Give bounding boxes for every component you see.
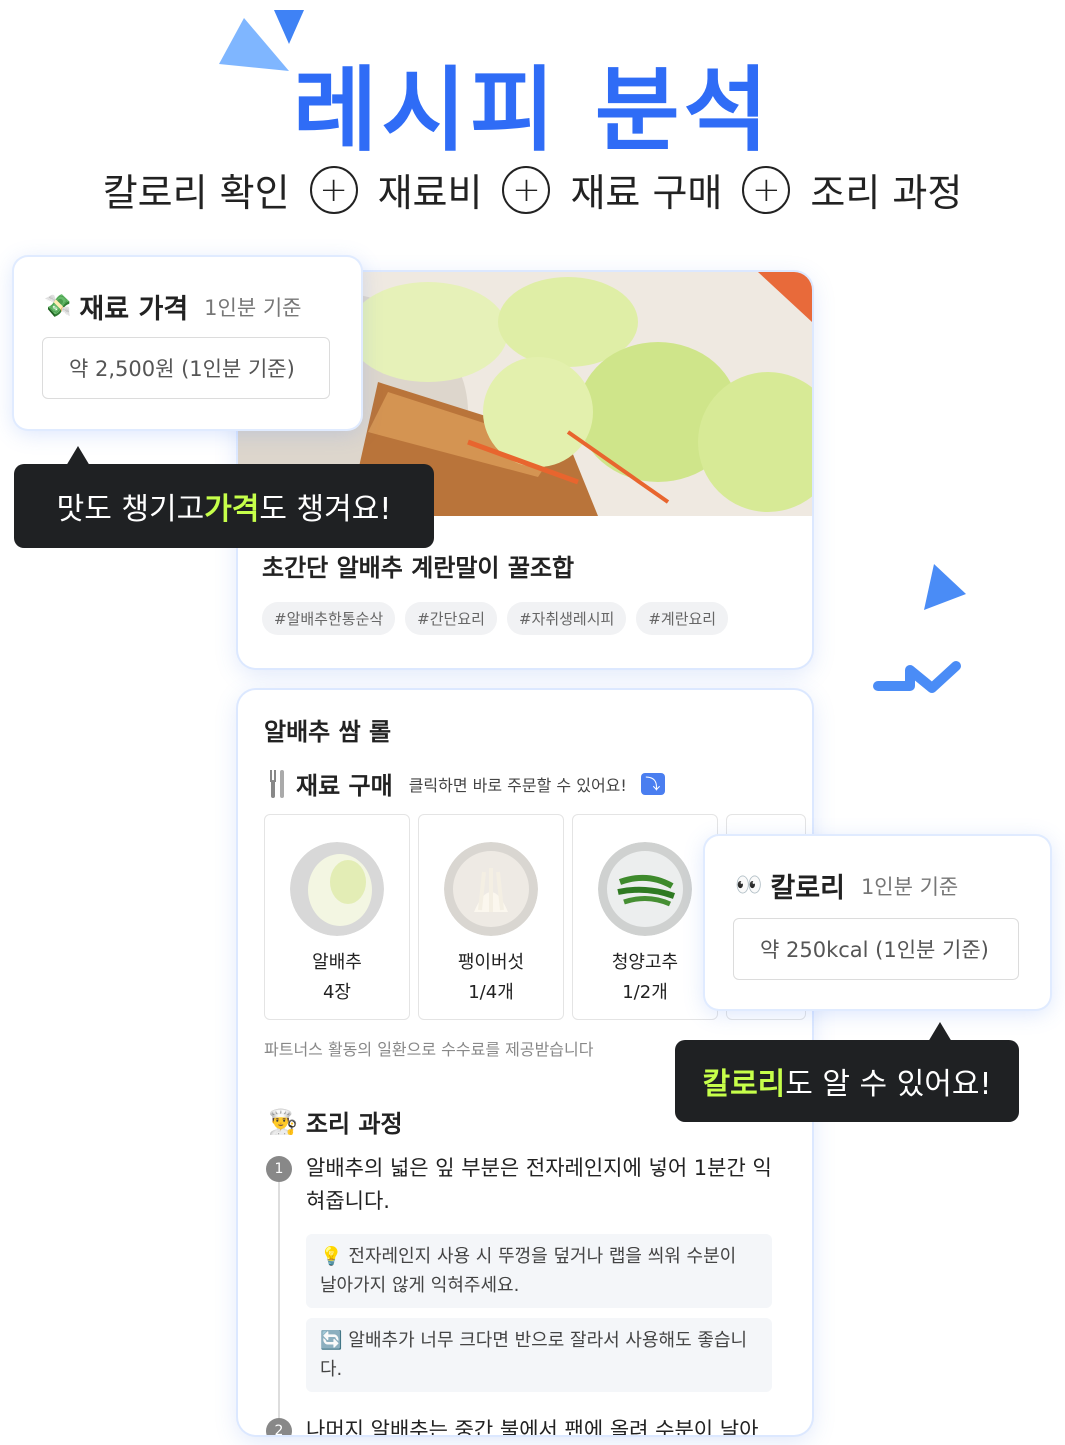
ingredient-name: 청양고추 bbox=[611, 952, 679, 973]
tip-text: 전자레인지 사용 시 뚜껑을 덮거나 랩을 씌워 수분이 날아가지 않게 익혀주… bbox=[320, 1246, 737, 1296]
triangle-deco-icon bbox=[924, 564, 966, 610]
feature-list: 칼로리 확인 + 재료비 + 재료 구매 + 조리 과정 bbox=[0, 162, 1065, 217]
price-popup: 💸 재료 가격 1인분 기준 약 2,500원 (1인분 기준) bbox=[14, 257, 361, 429]
enoki-mushroom-image bbox=[444, 842, 538, 936]
bubble-tail bbox=[66, 446, 90, 466]
price-basis: 1인분 기준 bbox=[204, 295, 302, 320]
price-heading: 재료 가격 bbox=[79, 294, 189, 325]
ingredient-card[interactable]: 청양고추 1/2개 bbox=[572, 814, 718, 1020]
step-text: 알배추의 넓은 잎 부분은 전자레인지에 넣어 1분간 익혀줍니다. bbox=[306, 1156, 772, 1213]
ingredient-name: 팽이버섯 bbox=[457, 952, 525, 973]
ingredient-qty: 1/2개 bbox=[622, 982, 668, 1003]
bubble-highlight: 가격 bbox=[204, 492, 260, 527]
utensils-icon bbox=[270, 769, 284, 798]
calorie-basis: 1인분 기준 bbox=[860, 874, 959, 899]
feature-calorie: 칼로리 확인 bbox=[102, 171, 290, 215]
ingredient-card[interactable]: 팽이버섯 1/4개 bbox=[418, 814, 564, 1020]
recipe-title: 초간단 알배추 계란말이 꿀조합 bbox=[262, 554, 575, 582]
tip-box: 🔄 알배추가 너무 크다면 반으로 잘라서 사용해도 좋습니다. bbox=[306, 1318, 772, 1392]
price-bubble: 맛도 챙기고 가격 도 챙겨요! bbox=[14, 464, 434, 548]
tip-text: 알배추가 너무 크다면 반으로 잘라서 사용해도 좋습니다. bbox=[320, 1330, 748, 1380]
tag-chip[interactable]: #계란요리 bbox=[636, 602, 729, 635]
cabbage-image bbox=[290, 842, 384, 936]
tag-chip[interactable]: #간단요리 bbox=[405, 602, 497, 635]
ingredient-name: 알배추 bbox=[312, 952, 362, 973]
feature-cooking: 조리 과정 bbox=[810, 171, 963, 215]
chef-icon: 👨‍🍳 bbox=[268, 1107, 298, 1136]
cooking-heading: 조리 과정 bbox=[305, 1110, 403, 1138]
zigzag-deco-icon bbox=[873, 661, 961, 693]
ingredient-qty: 1/4개 bbox=[468, 982, 514, 1003]
detail-title: 알배추 쌈 롤 bbox=[264, 718, 392, 746]
feature-purchase: 재료 구매 bbox=[570, 171, 723, 215]
refresh-icon: 🔄 bbox=[320, 1330, 343, 1351]
lightbulb-icon: 💡 bbox=[320, 1246, 343, 1267]
ingredient-qty: 4장 bbox=[322, 982, 351, 1003]
tag-chip[interactable]: #자취생레시피 bbox=[506, 602, 627, 635]
calorie-heading: 칼로리 bbox=[770, 873, 845, 904]
bubble-text: 맛도 챙기고 bbox=[56, 492, 205, 527]
calorie-popup: 👀 칼로리 1인분 기준 약 250kcal (1인분 기준) bbox=[705, 836, 1050, 1009]
calorie-bubble: 칼로리 도 알 수 있어요! bbox=[675, 1040, 1019, 1122]
step-text: 나머지 알배추는 중간 불에서 팬에 올려 수분이 날아 bbox=[306, 1418, 759, 1435]
tip-box: 💡 전자레인지 사용 시 뚜껑을 덮거나 랩을 씌워 수분이 날아가지 않게 익혀… bbox=[306, 1234, 772, 1308]
cooking-section-header: 👨‍🍳 조리 과정 bbox=[268, 1104, 403, 1139]
bubble-text: 도 알 수 있어요! bbox=[785, 1067, 992, 1102]
tag-list: #알배추한통순삭 #간단요리 #자취생레시피 #계란요리 bbox=[262, 602, 729, 635]
calorie-value-box: 약 250kcal (1인분 기준) bbox=[733, 918, 1019, 980]
ingredient-card[interactable]: 알배추 4장 bbox=[264, 814, 410, 1020]
calorie-popup-header: 👀 칼로리 1인분 기준 bbox=[735, 866, 958, 905]
step-connector bbox=[278, 1180, 280, 1435]
page-title: 레시피 분석 bbox=[292, 57, 773, 164]
plus-icon: + bbox=[742, 165, 791, 214]
step-number: 1 bbox=[266, 1156, 292, 1182]
bubble-highlight: 칼로리 bbox=[702, 1067, 786, 1102]
purchase-subtitle: 클릭하면 바로 주문할 수 있어요! bbox=[408, 775, 627, 795]
price-value-box: 약 2,500원 (1인분 기준) bbox=[42, 337, 330, 399]
step-number: 2 bbox=[266, 1418, 292, 1435]
price-popup-header: 💸 재료 가격 1인분 기준 bbox=[44, 287, 302, 326]
partners-notice: 파트너스 활동의 일환으로 수수료를 제공받습니다 bbox=[264, 1040, 594, 1059]
plus-icon: + bbox=[309, 165, 358, 214]
green-chili-image bbox=[598, 842, 692, 936]
arrow-down-icon[interactable]: ⤵ bbox=[640, 772, 665, 795]
tag-chip[interactable]: #알배추한통순삭 bbox=[262, 602, 396, 635]
bubble-tail bbox=[928, 1022, 952, 1042]
feature-cost: 재료비 bbox=[377, 171, 483, 215]
eyes-icon: 👀 bbox=[735, 873, 763, 898]
plus-icon: + bbox=[502, 165, 551, 214]
purchase-heading: 재료 구매 bbox=[296, 772, 393, 800]
bubble-text: 도 챙겨요! bbox=[259, 492, 392, 527]
purchase-section-header: 재료 구매 클릭하면 바로 주문할 수 있어요! ⤵ bbox=[268, 766, 665, 801]
money-icon: 💸 bbox=[44, 294, 72, 319]
